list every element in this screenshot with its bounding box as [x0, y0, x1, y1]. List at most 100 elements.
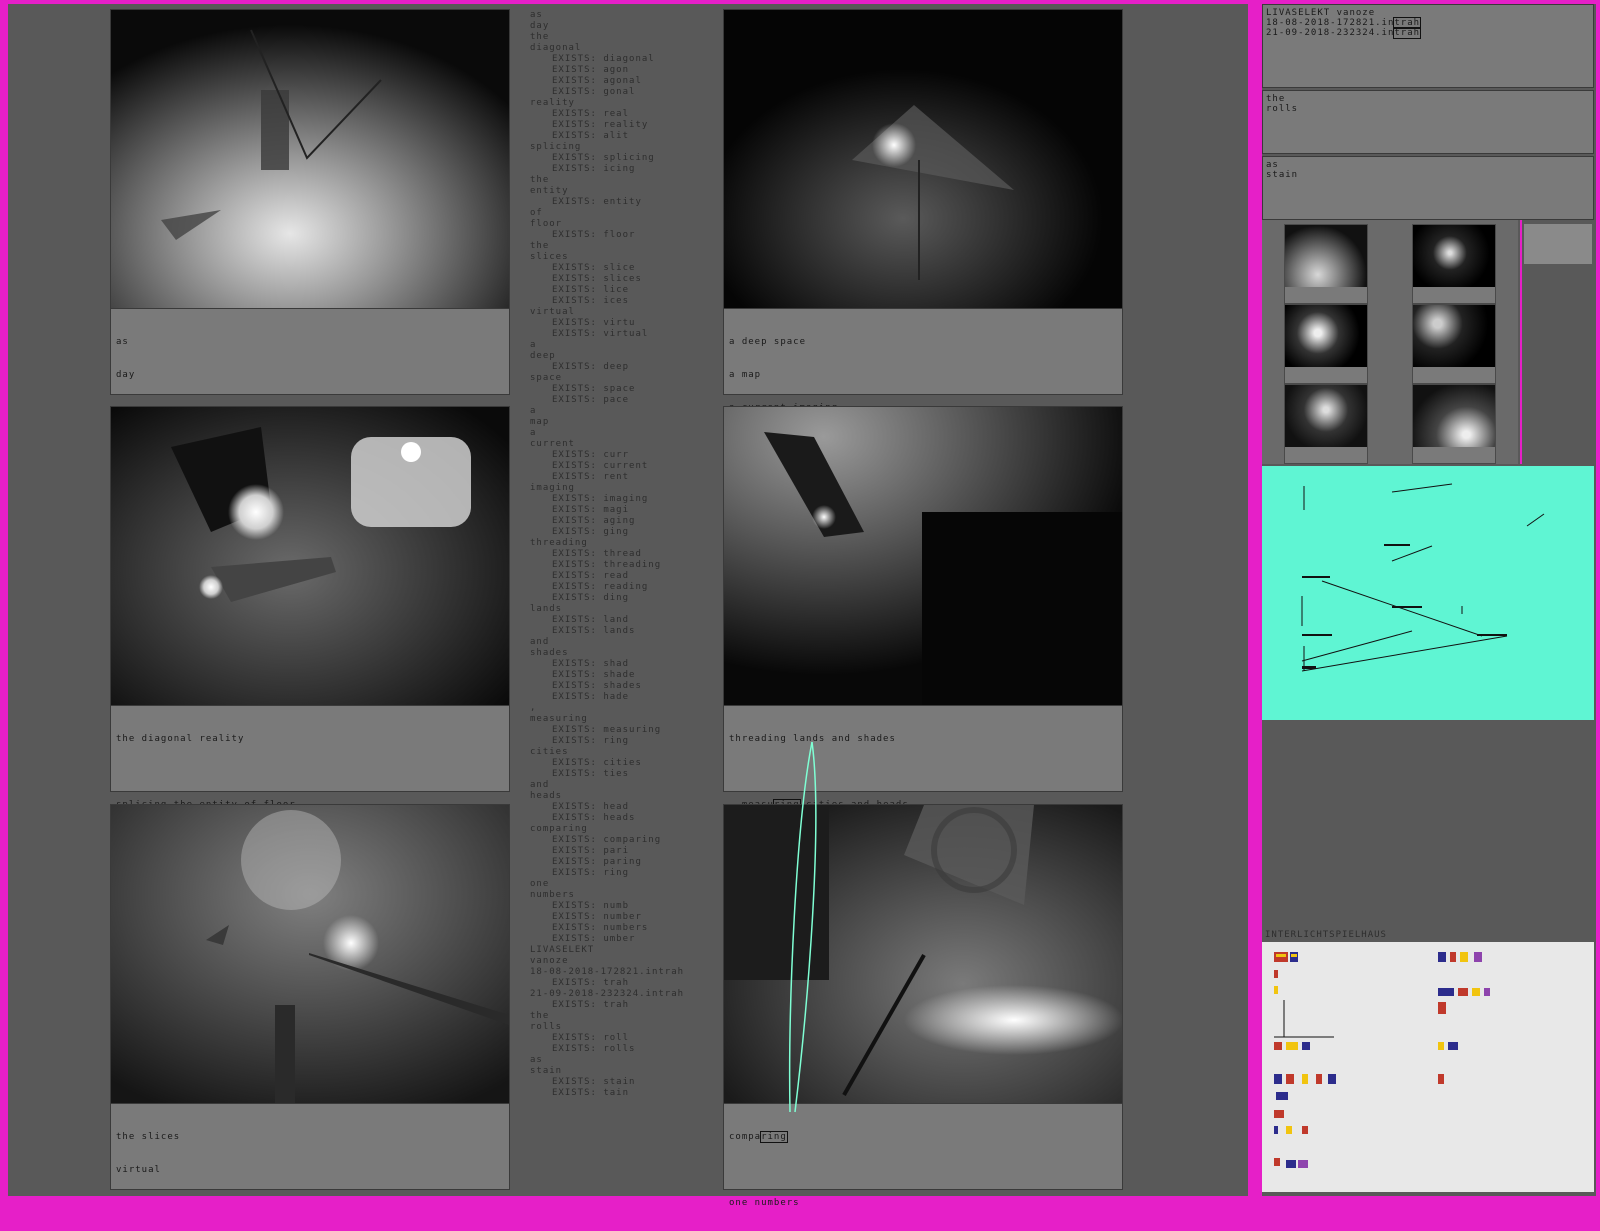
thumbnail-6[interactable] [1412, 384, 1496, 464]
poem-word: lands [530, 604, 563, 614]
session-file-2[interactable]: 21-09-2018-232324.intrah [1266, 27, 1590, 39]
exists-line: EXISTS: shad [552, 659, 630, 669]
poem-word: of [530, 208, 543, 218]
exists-line: EXISTS: trah [552, 1000, 630, 1010]
exists-line: EXISTS: virtual [552, 329, 649, 339]
poem-word: stain [530, 1066, 563, 1076]
exists-line: EXISTS: comparing [552, 835, 662, 845]
poem-word: and [530, 780, 550, 790]
exists-line: EXISTS: agonal [552, 76, 642, 86]
exists-line: EXISTS: shade [552, 670, 636, 680]
exists-line: EXISTS: slices [552, 274, 642, 284]
stain-box: as stain [1262, 156, 1594, 220]
exists-line: EXISTS: paring [552, 857, 642, 867]
exists-line: EXISTS: rent [552, 472, 630, 482]
poem-word: 21-09-2018-232324.intrah [530, 989, 685, 999]
poem-word: map [530, 417, 550, 427]
poem-word: and [530, 637, 550, 647]
poem-word: the [530, 32, 550, 42]
thumbnail-grid [1262, 220, 1518, 464]
scrollbar-thumb[interactable] [1524, 224, 1592, 264]
exists-line: EXISTS: pari [552, 846, 630, 856]
session-file-1[interactable]: 18-08-2018-172821.intrah [1266, 17, 1590, 29]
thumbnail-3[interactable] [1284, 304, 1368, 384]
exists-line: EXISTS: reading [552, 582, 649, 592]
poem-word: a [530, 406, 537, 416]
session-title: LIVASELEKT vanoze [1266, 8, 1376, 18]
poem-word: the [530, 241, 550, 251]
exists-line: EXISTS: numb [552, 901, 630, 911]
node-link-map[interactable] [1262, 466, 1594, 720]
exists-line: EXISTS: virtu [552, 318, 636, 328]
poem-word: the [530, 175, 550, 185]
file-extension-highlight[interactable]: trah [1393, 17, 1422, 29]
session-files-box: LIVASELEKT vanoze 18-08-2018-172821.intr… [1262, 4, 1594, 88]
exists-line: EXISTS: measuring [552, 725, 662, 735]
exists-line: EXISTS: thread [552, 549, 642, 559]
exists-line: EXISTS: imaging [552, 494, 649, 504]
exists-line: EXISTS: read [552, 571, 630, 581]
thumbnail-1[interactable] [1284, 224, 1368, 304]
exists-line: EXISTS: lice [552, 285, 630, 295]
exists-line: EXISTS: ring [552, 736, 630, 746]
exists-line: EXISTS: pace [552, 395, 630, 405]
stain-line: stain [1266, 170, 1299, 180]
poem-text-column: as day the diagonal EXISTS: diagonal EXISTS: … [530, 10, 710, 1099]
poem-word: measuring [530, 714, 588, 724]
exists-line: EXISTS: deep [552, 362, 630, 372]
poem-word: as [530, 1055, 543, 1065]
file-name: 21-09-2018-232324.in [1266, 28, 1395, 38]
poem-word: a [530, 428, 537, 438]
poem-word: the [530, 1011, 550, 1021]
stain-line: as [1266, 160, 1279, 170]
poem-word: diagonal [530, 43, 582, 53]
exists-line: EXISTS: icing [552, 164, 636, 174]
exists-line: EXISTS: reality [552, 120, 649, 130]
exists-line: EXISTS: numbers [552, 923, 649, 933]
rolls-box: the rolls [1262, 90, 1594, 154]
poem-word: deep [530, 351, 556, 361]
poem-word: virtual [530, 307, 575, 317]
exists-line: EXISTS: current [552, 461, 649, 471]
poem-word: as [530, 10, 543, 20]
interlichtspielhaus-panel[interactable] [1262, 942, 1594, 1192]
sidebar: LIVASELEKT vanoze 18-08-2018-172821.intr… [1262, 4, 1596, 1196]
file-name: 18-08-2018-172821.in [1266, 18, 1395, 28]
exists-line: EXISTS: real [552, 109, 630, 119]
file-extension-highlight[interactable]: trah [1393, 27, 1422, 39]
exists-line: EXISTS: entity [552, 197, 642, 207]
rolls-line: the [1266, 94, 1286, 104]
exists-line: EXISTS: tain [552, 1088, 630, 1098]
poem-word: slices [530, 252, 569, 262]
exists-line: EXISTS: splicing [552, 153, 655, 163]
exists-line: EXISTS: head [552, 802, 630, 812]
poem-word: numbers [530, 890, 575, 900]
rolls-line: rolls [1266, 104, 1299, 114]
exists-line: EXISTS: hade [552, 692, 630, 702]
poem-word: cities [530, 747, 569, 757]
exists-line: EXISTS: rolls [552, 1044, 636, 1054]
interlichtspielhaus-label: INTERLICHTSPIELHAUS [1265, 930, 1387, 940]
thumbnail-scrollbar[interactable] [1520, 220, 1596, 464]
poem-word: rolls [530, 1022, 563, 1032]
exists-line: EXISTS: curr [552, 450, 630, 460]
poem-word: 18-08-2018-172821.intrah [530, 967, 685, 977]
poem-word: a [530, 340, 537, 350]
poem-word: one [530, 879, 550, 889]
thumbnail-4[interactable] [1412, 304, 1496, 384]
exists-line: EXISTS: magi [552, 505, 630, 515]
thumbnail-5[interactable] [1284, 384, 1368, 464]
exists-line: EXISTS: floor [552, 230, 636, 240]
exists-line: EXISTS: cities [552, 758, 642, 768]
poem-word: heads [530, 791, 563, 801]
main-canvas: as day a deep space a map the diagonal r… [8, 4, 1248, 1208]
thumbnail-2[interactable] [1412, 224, 1496, 304]
exists-line: EXISTS: number [552, 912, 642, 922]
exists-line: EXISTS: stain [552, 1077, 636, 1087]
poem-word: reality [530, 98, 575, 108]
exists-line: EXISTS: land [552, 615, 630, 625]
exists-line: EXISTS: slice [552, 263, 636, 273]
exists-line: EXISTS: ging [552, 527, 630, 537]
exists-line: EXISTS: agon [552, 65, 630, 75]
exists-line: EXISTS: shades [552, 681, 642, 691]
